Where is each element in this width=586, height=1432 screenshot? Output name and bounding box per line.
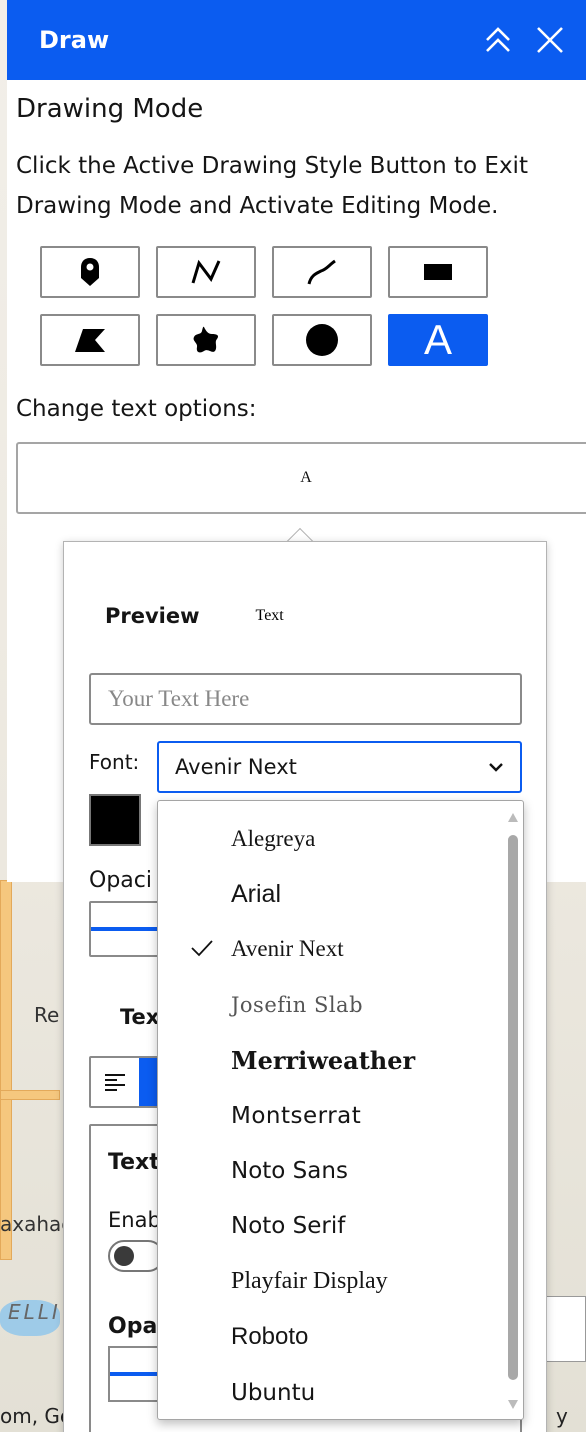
map-attribution-right: y Esri [556,1404,586,1432]
font-option-label: Playfair Display [231,1268,388,1295]
font-label: Font: [89,750,140,774]
map-label: axahac [0,1212,73,1236]
font-select[interactable]: Avenir Next [157,741,522,793]
draw-polygon-button[interactable] [40,314,140,366]
draw-freehand-line-button[interactable] [272,246,372,298]
toggle-knob [114,1246,134,1266]
text-input[interactable]: Your Text Here [89,673,522,725]
drawing-mode-title: Drawing Mode [16,94,204,124]
font-option-label: Roboto [231,1323,309,1351]
font-option-selected[interactable]: Avenir Next [158,922,523,977]
draw-point-button[interactable] [40,246,140,298]
draw-rectangle-button[interactable] [388,246,488,298]
rectangle-icon [424,264,452,280]
freehand-line-icon [307,259,336,285]
map-attribution: om, Ge [0,1404,73,1428]
scroll-up-icon[interactable] [508,813,518,822]
map-road [0,1090,60,1100]
map-label: ELLI [8,1300,61,1324]
check-icon [191,940,213,957]
double-chevron-up-icon [486,27,510,52]
halo-toggle[interactable] [108,1240,164,1272]
close-icon [537,27,563,53]
font-option-label: Ubuntu [231,1379,316,1406]
polygon-icon [75,329,105,352]
align-left-button[interactable] [91,1058,139,1106]
font-option[interactable]: Montserrat [158,1088,523,1143]
halo-title: Text [108,1150,160,1175]
map-label: Re [34,1003,60,1027]
draw-circle-button[interactable] [272,314,372,366]
font-option-label: Josefin Slab [231,992,364,1017]
preview-row: Preview Text [105,604,284,628]
freehand-polygon-icon [193,326,219,353]
font-option-label: Alegreya [231,825,316,851]
preview-label: Preview [105,604,200,628]
font-option[interactable]: Merriweather [158,1033,523,1088]
draw-polyline-button[interactable] [156,246,256,298]
font-option[interactable]: Josefin Slab [158,977,523,1032]
font-option[interactable]: Noto Sans [158,1143,523,1198]
map-pin-icon [81,258,99,286]
draw-freehand-polygon-button[interactable] [156,314,256,366]
font-option-label: Avenir Next [231,936,344,962]
font-option[interactable]: Alegreya [158,811,523,866]
slider-track [91,927,167,931]
drawing-tools: A [40,246,577,366]
panel-header: Draw [7,0,586,80]
font-dropdown-list: Alegreya Arial Avenir Next Josefin Slab … [157,800,524,1420]
fullscreen-button[interactable] [544,1296,586,1362]
font-option[interactable]: Roboto [158,1310,523,1365]
font-option-label: Arial [231,879,282,908]
circle-icon [306,324,338,356]
font-option-label: Montserrat [231,1102,362,1129]
polyline-icon [191,259,221,284]
scroll-thumb[interactable] [508,835,518,1380]
opacity-label: Opaci [89,868,152,893]
font-option-label: Noto Sans [231,1158,348,1185]
font-option[interactable]: Playfair Display [158,1254,523,1309]
collapse-button[interactable] [480,22,516,58]
dropdown-scrollbar[interactable] [507,813,519,1409]
panel-body: Drawing Mode Click the Active Drawing St… [7,80,586,514]
scroll-down-icon[interactable] [508,1400,518,1409]
chevron-down-icon [489,763,503,772]
preview-text: Text [255,607,284,624]
font-option[interactable]: Arial [158,866,523,921]
halo-opacity-label: Opa [108,1314,158,1339]
font-option-label: Noto Serif [231,1213,346,1240]
draw-text-button[interactable]: A [388,314,488,366]
panel-title: Draw [39,26,110,54]
text-symbol-button[interactable]: A [16,442,586,514]
map-road [0,880,12,1260]
font-option[interactable]: Noto Serif [158,1199,523,1254]
font-select-value: Avenir Next [175,755,297,779]
text-icon: A [423,316,452,363]
halo-enable-label: Enab [108,1208,161,1232]
close-button[interactable] [532,22,568,58]
font-option-label: Merriweather [231,1045,416,1075]
font-option[interactable]: Ubuntu [158,1365,523,1420]
align-left-icon [104,1074,125,1091]
drawing-mode-hint: Click the Active Drawing Style Button to… [16,153,528,219]
text-color-swatch[interactable] [89,794,141,846]
text-options-label: Change text options: [16,396,257,422]
